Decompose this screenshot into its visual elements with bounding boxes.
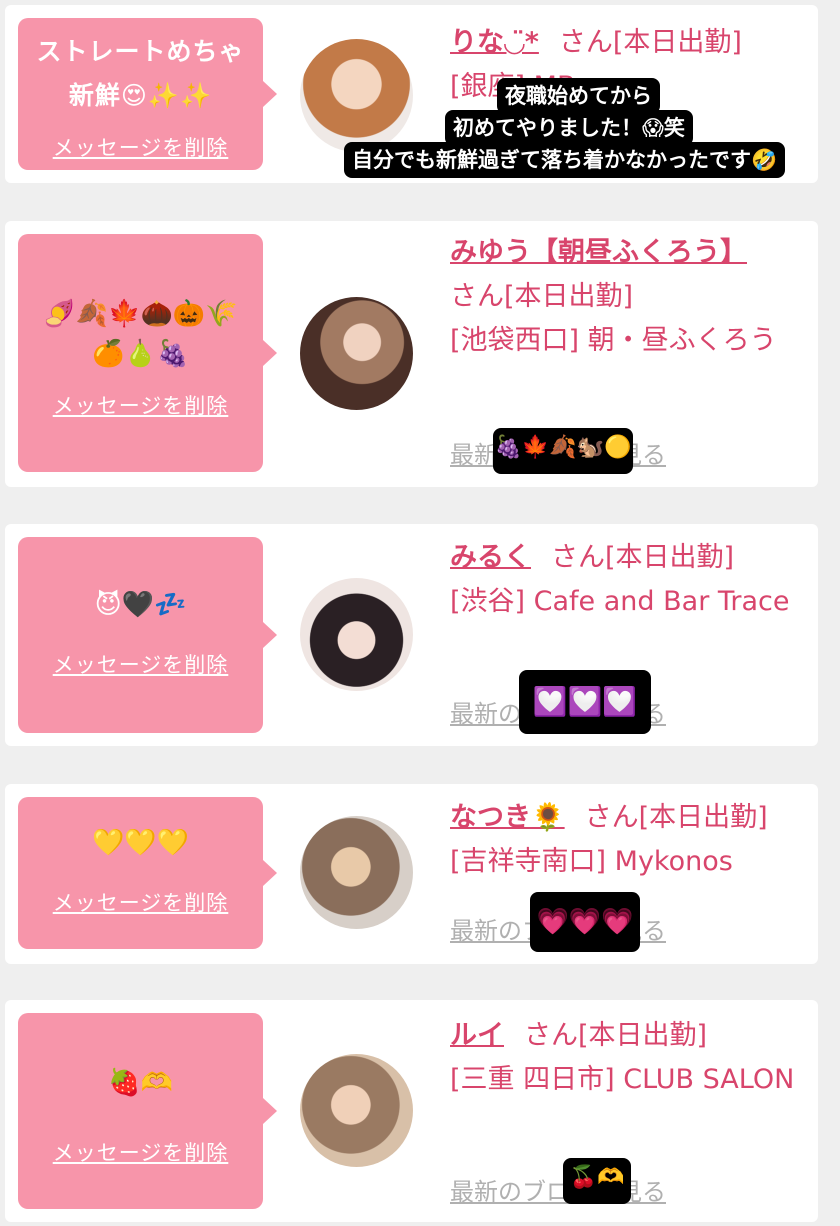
avatar[interactable]: [300, 39, 413, 152]
emoji-sticker: 🍒🫶: [563, 1158, 631, 1204]
message-bubble: 🍠🍂🍁🌰🎃🌾🍊🍐🍇 メッセージを削除: [18, 234, 277, 472]
avatar[interactable]: [300, 1054, 413, 1167]
attendance-label: さん[本日出勤]: [450, 281, 634, 312]
overlay-caption-line: 自分でも新鮮過ぎて落ち着かなかったです🤣: [344, 142, 786, 178]
overlay-caption-line: 夜職始めてから: [497, 78, 660, 114]
shop-label: [池袋西口] 朝・昼ふくろう: [450, 325, 777, 356]
delete-message-link[interactable]: メッセージを削除: [18, 1137, 263, 1167]
message-bubble: 😈🖤💤 メッセージを削除: [18, 537, 277, 733]
message-text: 🍓🫶: [108, 1068, 173, 1098]
message-bubble: 💛💛💛 メッセージを削除: [18, 797, 277, 949]
delete-message-link[interactable]: メッセージを削除: [18, 649, 263, 679]
shop-label: [吉祥寺南口] Mykonos: [450, 846, 733, 877]
delete-message-link[interactable]: メッセージを削除: [18, 887, 263, 917]
avatar[interactable]: [300, 578, 413, 691]
emoji-sticker: 🍇🍁🍂🐿️🟡: [493, 428, 633, 474]
cast-info: みるく さん[本日出勤] [渋谷] Cafe and Bar Trace: [450, 536, 810, 624]
message-text: 😈🖤💤: [94, 590, 187, 620]
emoji-sticker: 💟💟💟: [519, 670, 651, 734]
message-card: 💛💛💛 メッセージを削除 なつき🌻 さん[本日出勤] [吉祥寺南口] Mykono…: [5, 784, 818, 964]
shop-label: [渋谷] Cafe and Bar Trace: [450, 586, 790, 617]
message-text: 💛💛💛: [91, 828, 190, 858]
overlay-caption-line: 初めてやりました！😱笑: [445, 110, 693, 146]
message-card: 🍠🍂🍁🌰🎃🌾🍊🍐🍇 メッセージを削除 みゆう【朝昼ふくろう】 さん[本日出勤] …: [5, 221, 818, 487]
delete-message-link[interactable]: メッセージを削除: [18, 132, 263, 162]
cast-name-link[interactable]: みゆう【朝昼ふくろう】: [450, 231, 747, 275]
message-text: 🍠🍂🍁🌰🎃🌾🍊🍐🍇: [43, 299, 238, 369]
latest-blog-link[interactable]: 最新のブログを見る: [450, 1172, 666, 1207]
avatar[interactable]: [300, 297, 413, 410]
message-text: ストレートめちゃ新鮮😍✨✨: [36, 37, 245, 110]
emoji-sticker: 💗💗💗: [530, 892, 640, 952]
cast-info: みゆう【朝昼ふくろう】 さん[本日出勤] [池袋西口] 朝・昼ふくろう: [450, 231, 810, 363]
message-card: 🍓🫶 メッセージを削除 ルイ さん[本日出勤] [三重 四日市] CLUB SAL…: [5, 1000, 818, 1222]
attendance-label: さん[本日出勤]: [551, 542, 735, 573]
shop-label: [三重 四日市] CLUB SALON: [450, 1064, 795, 1095]
message-bubble: 🍓🫶 メッセージを削除: [18, 1013, 277, 1209]
cast-name-link[interactable]: みるく: [450, 542, 531, 573]
cast-name-link[interactable]: ルイ: [450, 1020, 504, 1051]
attendance-label: さん[本日出勤]: [558, 27, 742, 58]
cast-name-link[interactable]: りな◡̈*: [450, 27, 539, 58]
delete-message-link[interactable]: メッセージを削除: [18, 390, 263, 420]
cast-info: なつき🌻 さん[本日出勤] [吉祥寺南口] Mykonos: [450, 796, 810, 884]
attendance-label: さん[本日出勤]: [584, 802, 768, 833]
avatar[interactable]: [300, 816, 413, 929]
message-card: 😈🖤💤 メッセージを削除 みるく さん[本日出勤] [渋谷] Cafe and B…: [5, 524, 818, 746]
cast-info: ルイ さん[本日出勤] [三重 四日市] CLUB SALON: [450, 1014, 810, 1102]
attendance-label: さん[本日出勤]: [524, 1020, 708, 1051]
cast-name-link[interactable]: なつき🌻: [450, 802, 565, 833]
message-bubble: ストレートめちゃ新鮮😍✨✨ メッセージを削除: [18, 18, 277, 170]
